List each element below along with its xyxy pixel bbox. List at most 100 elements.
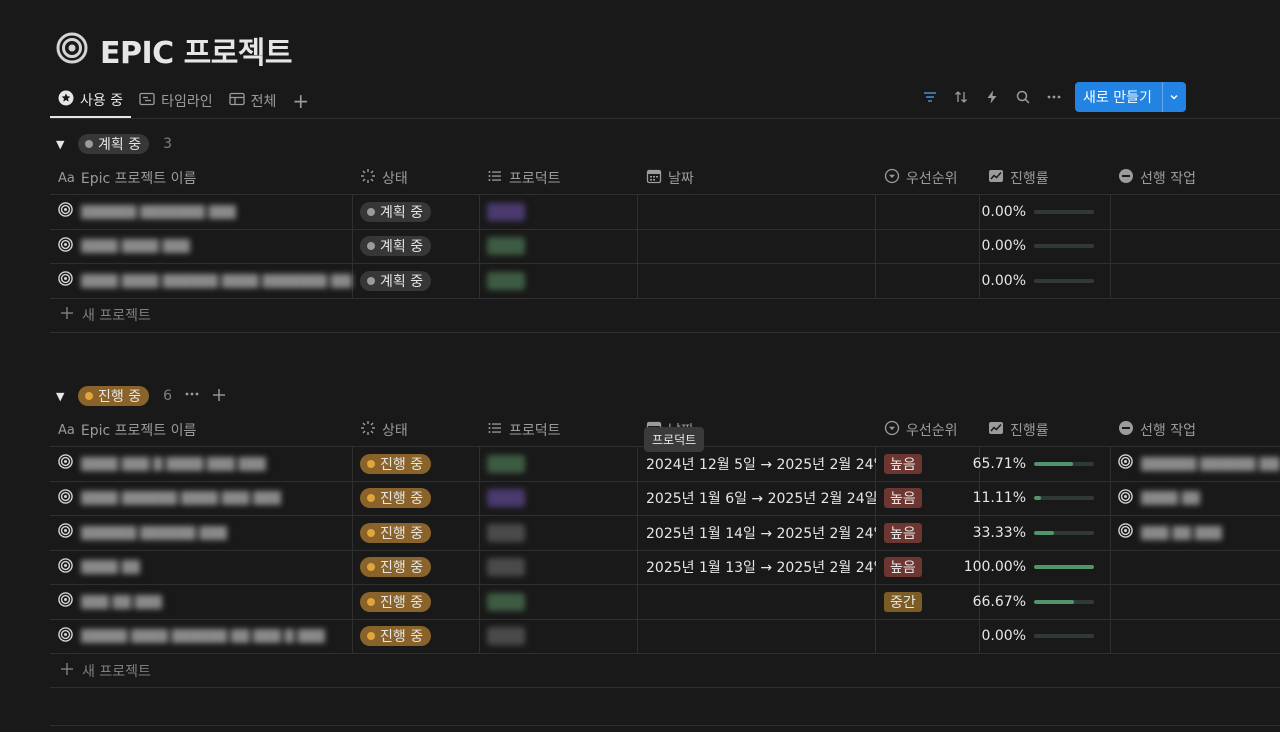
progress-cell[interactable]: 65.71%	[956, 447, 1094, 481]
column-header[interactable]: 상태	[360, 161, 408, 195]
table-row[interactable]: ███ ██ ███ 진행 중 중간 66.67%	[50, 585, 1280, 620]
date-cell[interactable]: 2025년 1월 14일 → 2025년 2월 24일	[646, 516, 876, 550]
priority-cell[interactable]: 높음	[884, 516, 922, 550]
prereq-cell[interactable]	[1118, 620, 1280, 654]
product-cell[interactable]	[487, 585, 525, 619]
date-cell[interactable]: 2025년 1월 13일 → 2025년 2월 24일	[646, 551, 876, 585]
name-cell[interactable]: ████ ████ ███	[58, 230, 352, 264]
add-view-icon[interactable]: +	[284, 84, 317, 118]
tab-all[interactable]: 전체	[221, 84, 285, 118]
group-add-icon[interactable]	[212, 387, 226, 406]
progress-cell[interactable]: 11.11%	[956, 482, 1094, 516]
column-header[interactable]: 상태	[360, 413, 408, 447]
progress-cell[interactable]: 0.00%	[956, 620, 1094, 654]
column-header[interactable]: 선행 작업	[1118, 161, 1196, 195]
date-cell[interactable]	[646, 620, 876, 654]
progress-cell[interactable]: 33.33%	[956, 516, 1094, 550]
table-row[interactable]: ██████ ███████ ███ 계획 중 0.00%	[50, 195, 1280, 230]
prereq-cell[interactable]	[1118, 585, 1280, 619]
new-button[interactable]: 새로 만들기	[1075, 82, 1186, 112]
collapse-triangle-icon[interactable]: ▼	[56, 138, 70, 151]
search-icon[interactable]	[1007, 82, 1038, 112]
table-row[interactable]: ████ ███ █ ████ ███ ███ 진행 중 2024년 12월 5일 …	[50, 447, 1280, 482]
name-cell[interactable]: ████ ██████ ████ ███ ███	[58, 482, 352, 516]
name-cell[interactable]: ████ ███ █ ████ ███ ███	[58, 447, 352, 481]
chevron-down-icon[interactable]	[1161, 82, 1186, 112]
column-header[interactable]: 프로덕트	[487, 161, 561, 195]
status-cell[interactable]: 진행 중	[360, 482, 432, 516]
product-cell[interactable]	[487, 447, 525, 481]
prereq-cell[interactable]: ███ ██ ███	[1118, 516, 1280, 550]
column-header[interactable]: Aa Epic 프로젝트 이름	[58, 161, 196, 195]
name-cell[interactable]: ██████ ███████ ███	[58, 195, 352, 229]
table-row[interactable]: ████ ██████ ████ ███ ███ 진행 중 2025년 1월 6일 …	[50, 481, 1280, 516]
date-cell[interactable]	[646, 195, 876, 229]
tab-timeline[interactable]: 타임라인	[131, 84, 221, 118]
group-header[interactable]: ▼ 계획 중 3	[50, 127, 1280, 161]
prereq-cell[interactable]: ██████ ██████ ███	[1118, 447, 1280, 481]
name-cell[interactable]: ███ ██ ███	[58, 585, 352, 619]
date-cell[interactable]	[646, 585, 876, 619]
tab-in-use[interactable]: 사용 중	[50, 84, 132, 118]
product-cell[interactable]	[487, 620, 525, 654]
status-cell[interactable]: 진행 중	[360, 620, 432, 654]
progress-cell[interactable]: 66.67%	[956, 585, 1094, 619]
prereq-cell[interactable]: ████ ██	[1118, 482, 1280, 516]
status-cell[interactable]: 진행 중	[360, 585, 432, 619]
column-header[interactable]: 선행 작업	[1118, 413, 1196, 447]
status-cell[interactable]: 계획 중	[360, 230, 432, 264]
group-more-icon[interactable]	[184, 386, 200, 406]
table-row[interactable]: ██████ ██████ ███ 진행 중 2025년 1월 14일 → 2025…	[50, 516, 1280, 551]
status-cell[interactable]: 진행 중	[360, 447, 432, 481]
status-cell[interactable]: 진행 중	[360, 551, 432, 585]
collapse-triangle-icon[interactable]: ▼	[56, 390, 70, 403]
table-row[interactable]: ████ ████ ██████ ████ ███████ ████ 계획 중 0.…	[50, 264, 1280, 299]
name-cell[interactable]: ████ ██	[58, 551, 352, 585]
date-cell[interactable]: 2025년 1월 6일 → 2025년 2월 24일	[646, 482, 876, 516]
new-project-button[interactable]: 새 프로젝트	[50, 654, 1280, 688]
automation-icon[interactable]	[976, 82, 1007, 112]
table-row[interactable]: ████ ██ 진행 중 2025년 1월 13일 → 2025년 2월 24일 높음…	[50, 550, 1280, 585]
prereq-cell[interactable]	[1118, 264, 1280, 298]
prereq-cell[interactable]	[1118, 551, 1280, 585]
name-cell[interactable]: ████ ████ ██████ ████ ███████ ████	[58, 264, 352, 298]
status-cell[interactable]: 진행 중	[360, 516, 432, 550]
product-cell[interactable]	[487, 264, 525, 298]
table-row[interactable]: ████ ████ ███ 계획 중 0.00%	[50, 229, 1280, 264]
priority-cell[interactable]: 중간	[884, 585, 922, 619]
priority-cell[interactable]: 높음	[884, 482, 922, 516]
sort-icon[interactable]	[945, 82, 976, 112]
column-header[interactable]: 진행률	[988, 413, 1049, 447]
priority-cell[interactable]: 높음	[884, 551, 922, 585]
progress-cell[interactable]: 0.00%	[956, 195, 1094, 229]
new-project-button[interactable]: 새 프로젝트	[50, 299, 1280, 333]
column-header[interactable]: Aa Epic 프로젝트 이름	[58, 413, 196, 447]
name-cell[interactable]: ██████ ██████ ███	[58, 516, 352, 550]
date-cell[interactable]: 2024년 12월 5일 → 2025년 2월 24일	[646, 447, 876, 481]
product-cell[interactable]	[487, 516, 525, 550]
product-cell[interactable]	[487, 230, 525, 264]
product-cell[interactable]	[487, 482, 525, 516]
priority-cell[interactable]: 높음	[884, 447, 922, 481]
column-header[interactable]: 날짜	[646, 161, 694, 195]
column-header[interactable]: 우선순위	[884, 161, 958, 195]
status-cell[interactable]: 계획 중	[360, 264, 432, 298]
product-cell[interactable]	[487, 195, 525, 229]
name-cell[interactable]: █████ ████ ██████ ██ ███ █ ███	[58, 620, 352, 654]
prereq-cell[interactable]	[1118, 195, 1280, 229]
filter-icon[interactable]	[914, 82, 945, 112]
date-cell[interactable]	[646, 230, 876, 264]
status-cell[interactable]: 계획 중	[360, 195, 432, 229]
progress-cell[interactable]: 0.00%	[956, 230, 1094, 264]
table-row[interactable]: █████ ████ ██████ ██ ███ █ ███ 진행 중 0.00%	[50, 619, 1280, 654]
prereq-cell[interactable]	[1118, 230, 1280, 264]
progress-cell[interactable]: 0.00%	[956, 264, 1094, 298]
column-header[interactable]: 프로덕트	[487, 413, 561, 447]
group-header[interactable]: ▼ 진행 중 6	[50, 379, 1280, 413]
date-cell[interactable]	[646, 264, 876, 298]
more-icon[interactable]	[1038, 82, 1069, 112]
column-header[interactable]: 우선순위	[884, 413, 958, 447]
column-header[interactable]: 진행률	[988, 161, 1049, 195]
progress-cell[interactable]: 100.00%	[956, 551, 1094, 585]
product-cell[interactable]	[487, 551, 525, 585]
